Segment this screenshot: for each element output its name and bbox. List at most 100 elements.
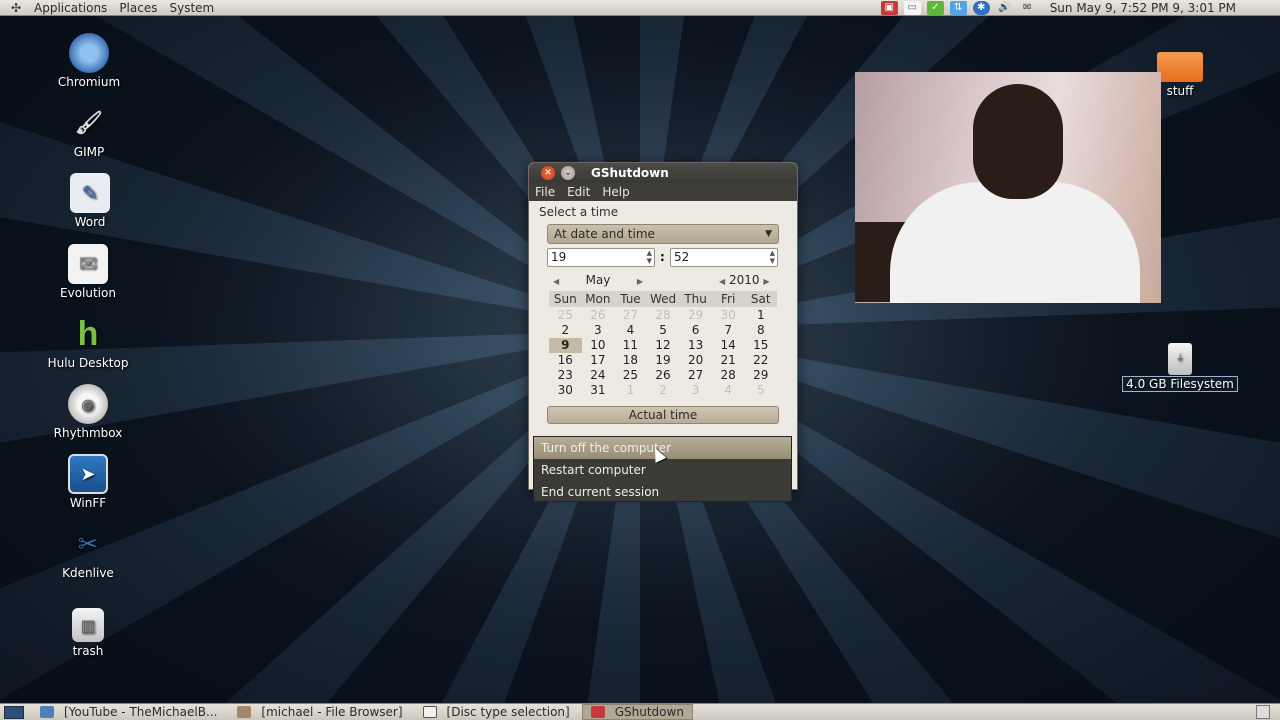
desktop-icon-label: Rhythmbox [53,426,123,440]
desktop-icon-rhythmbox[interactable]: ◉ Rhythmbox [42,384,134,440]
calendar-day[interactable]: 30 [712,308,745,323]
close-icon[interactable]: ✕ [541,166,555,180]
calendar-day[interactable]: 6 [679,323,712,338]
calendar-day[interactable]: 17 [582,353,615,368]
calendar-day[interactable]: 4 [614,323,647,338]
distro-logo-icon[interactable]: ✣ [8,1,24,15]
calendar-day[interactable]: 25 [614,368,647,383]
calendar-day[interactable]: 20 [679,353,712,368]
spin-arrows-icon[interactable]: ▲ ▼ [647,249,652,265]
desktop-icon-label: Kdenlive [62,566,114,580]
calendar-day[interactable]: 30 [549,383,582,398]
calendar-day[interactable]: 1 [744,308,777,323]
desktop-icon-word[interactable]: ✎ Word [44,173,136,229]
desktop-icon-winff[interactable]: ➤ WinFF [42,454,134,510]
calendar-day[interactable]: 22 [744,353,777,368]
network-tray-icon[interactable]: ⇅ [949,0,967,15]
accessibility-icon[interactable]: ✱ [972,0,990,15]
desktop-icon-gimp[interactable]: 🖌 GIMP [43,103,135,160]
option-restart[interactable]: Restart computer [534,459,791,481]
task-file-browser[interactable]: [michael - File Browser] [229,704,410,720]
calendar-day[interactable]: 5 [744,383,777,398]
desktop-icon-trash[interactable]: ▥ trash [42,608,134,658]
calendar-day[interactable]: 29 [744,368,777,383]
calendar-day[interactable]: 9 [549,338,582,353]
calendar-day[interactable]: 24 [582,368,615,383]
volume-icon[interactable]: 🔊 [996,1,1013,15]
chat-tray-icon[interactable]: ✓ [926,0,944,15]
calendar-day[interactable]: 25 [549,308,582,323]
calendar-day[interactable]: 8 [744,323,777,338]
calendar-day[interactable]: 16 [549,353,582,368]
gshutdown-tray-icon[interactable]: ▣ [880,0,898,15]
actual-time-button[interactable]: Actual time [547,406,779,424]
calendar-day[interactable]: 21 [712,353,745,368]
calendar-day[interactable]: 3 [582,323,615,338]
task-disc-type[interactable]: [Disc type selection] [415,704,578,720]
menu-edit[interactable]: Edit [561,185,596,199]
calendar-day[interactable]: 27 [614,308,647,323]
minute-spinner[interactable]: 52 ▲ ▼ [670,248,778,267]
minimize-icon[interactable]: ⌄ [561,166,575,180]
hour-spinner[interactable]: 19 ▲ ▼ [547,248,655,267]
show-desktop-icon[interactable] [4,705,24,719]
window-titlebar[interactable]: ✕ ⌄ GShutdown [529,163,797,183]
desktop-icon-kdenlive[interactable]: ✂ Kdenlive [42,524,134,580]
desktop-icon-evolution[interactable]: ✉ Evolution [42,244,134,300]
calendar-day[interactable]: 27 [679,368,712,383]
desktop-icon-usb-drive[interactable]: ⏚ 4.0 GB Filesystem [1116,343,1244,392]
calendar-day[interactable]: 1 [614,383,647,398]
calendar-day[interactable]: 5 [647,323,680,338]
clock[interactable]: Sun May 9, 7:52 PM 9, 3:01 PM [1050,0,1236,16]
calendar-day[interactable]: 23 [549,368,582,383]
notes-tray-icon[interactable]: ▭ [903,0,921,15]
desktop-icon-label: Evolution [60,286,116,300]
task-gshutdown[interactable]: GShutdown [581,704,693,720]
desktop-icon-label: WinFF [69,496,107,510]
menu-file[interactable]: File [529,185,561,199]
task-label: GShutdown [614,705,684,719]
calendar-day[interactable]: 2 [549,323,582,338]
spin-arrows-icon[interactable]: ▲ ▼ [770,249,775,265]
prev-year-icon[interactable]: ◀ [719,277,725,286]
gshutdown-icon [590,706,605,718]
mail-icon[interactable]: ✉ [1019,1,1036,15]
calendar-day[interactable]: 26 [647,368,680,383]
calendar-day[interactable]: 29 [679,308,712,323]
year-nav: ◀ 2010 ▶ [719,273,770,287]
trash-applet-icon[interactable] [1256,705,1270,719]
calendar-day[interactable]: 2 [647,383,680,398]
calendar-day[interactable]: 7 [712,323,745,338]
next-year-icon[interactable]: ▶ [763,277,769,286]
desktop-icon-label: GIMP [73,145,105,159]
places-menu[interactable]: Places [113,0,163,16]
calendar-day[interactable]: 3 [679,383,712,398]
system-menu[interactable]: System [163,0,220,16]
time-mode-select[interactable]: At date and time ▼ [547,224,779,244]
desktop-icon-chromium[interactable]: Chromium [43,33,135,89]
calendar-day[interactable]: 13 [679,338,712,353]
calendar-day[interactable]: 11 [614,338,647,353]
next-month-icon[interactable]: ▶ [637,277,643,286]
calendar-day[interactable]: 4 [712,383,745,398]
calendar-day[interactable]: 14 [712,338,745,353]
menu-help[interactable]: Help [596,185,635,199]
calendar-day[interactable]: 31 [582,383,615,398]
weekday-label: Wed [649,292,677,306]
window-title: GShutdown [591,166,669,180]
calendar-day[interactable]: 28 [647,308,680,323]
desktop-icon-hulu[interactable]: h Hulu Desktop [42,314,134,371]
calendar-day[interactable]: 12 [647,338,680,353]
calendar-day[interactable]: 18 [614,353,647,368]
calendar-day[interactable]: 28 [712,368,745,383]
task-youtube[interactable]: [YouTube - TheMichaelB... [32,704,225,720]
task-label: [michael - File Browser] [261,705,403,719]
calendar-day[interactable]: 26 [582,308,615,323]
applications-menu[interactable]: Applications [28,0,113,16]
option-end-session[interactable]: End current session [534,481,791,503]
file-browser-icon [237,706,252,718]
calendar-day[interactable]: 10 [582,338,615,353]
calendar-day[interactable]: 19 [647,353,680,368]
calendar-day[interactable]: 15 [744,338,777,353]
prev-month-icon[interactable]: ◀ [553,277,559,286]
